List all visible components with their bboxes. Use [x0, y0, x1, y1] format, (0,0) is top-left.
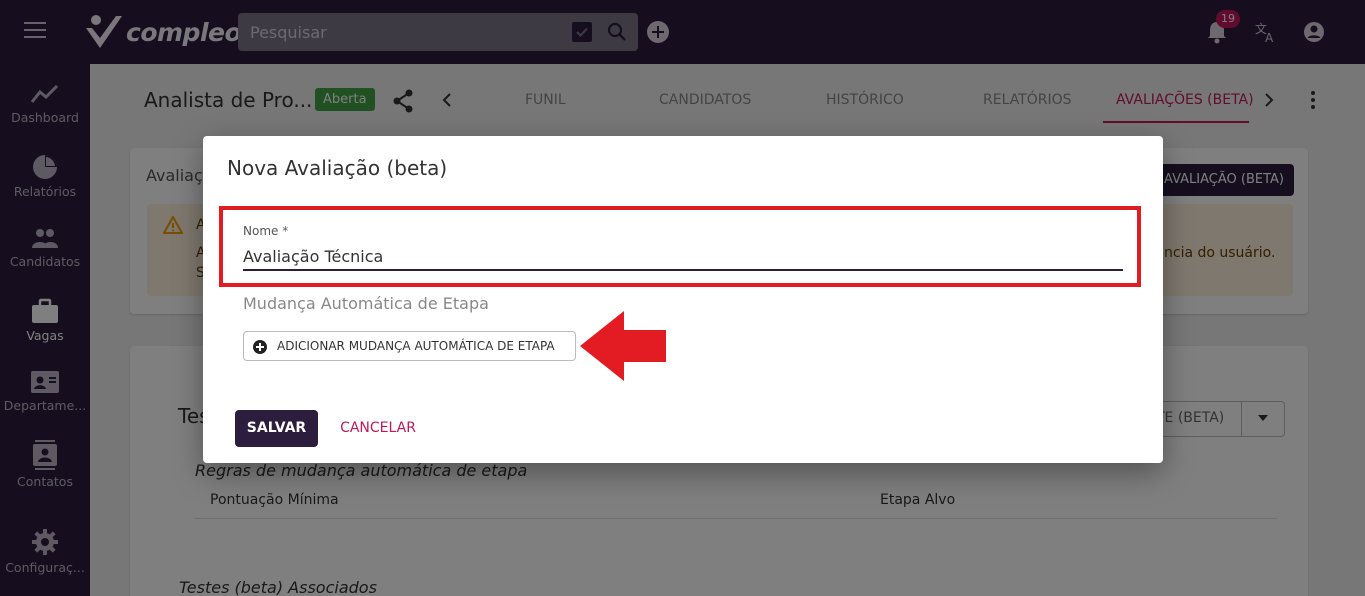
dialog-title: Nova Avaliação (beta) — [227, 156, 448, 180]
cancel-button[interactable]: CANCELAR — [338, 410, 418, 447]
add-auto-stage-label: ADICIONAR MUDANÇA AUTOMÁTICA DE ETAPA — [277, 339, 555, 353]
name-field-label: Nome * — [243, 224, 289, 238]
auto-stage-label: Mudança Automática de Etapa — [243, 294, 489, 313]
name-field[interactable] — [243, 243, 1123, 271]
save-button[interactable]: SALVAR — [235, 410, 318, 447]
annotation-arrow — [580, 311, 666, 381]
add-circle-icon — [253, 340, 267, 354]
